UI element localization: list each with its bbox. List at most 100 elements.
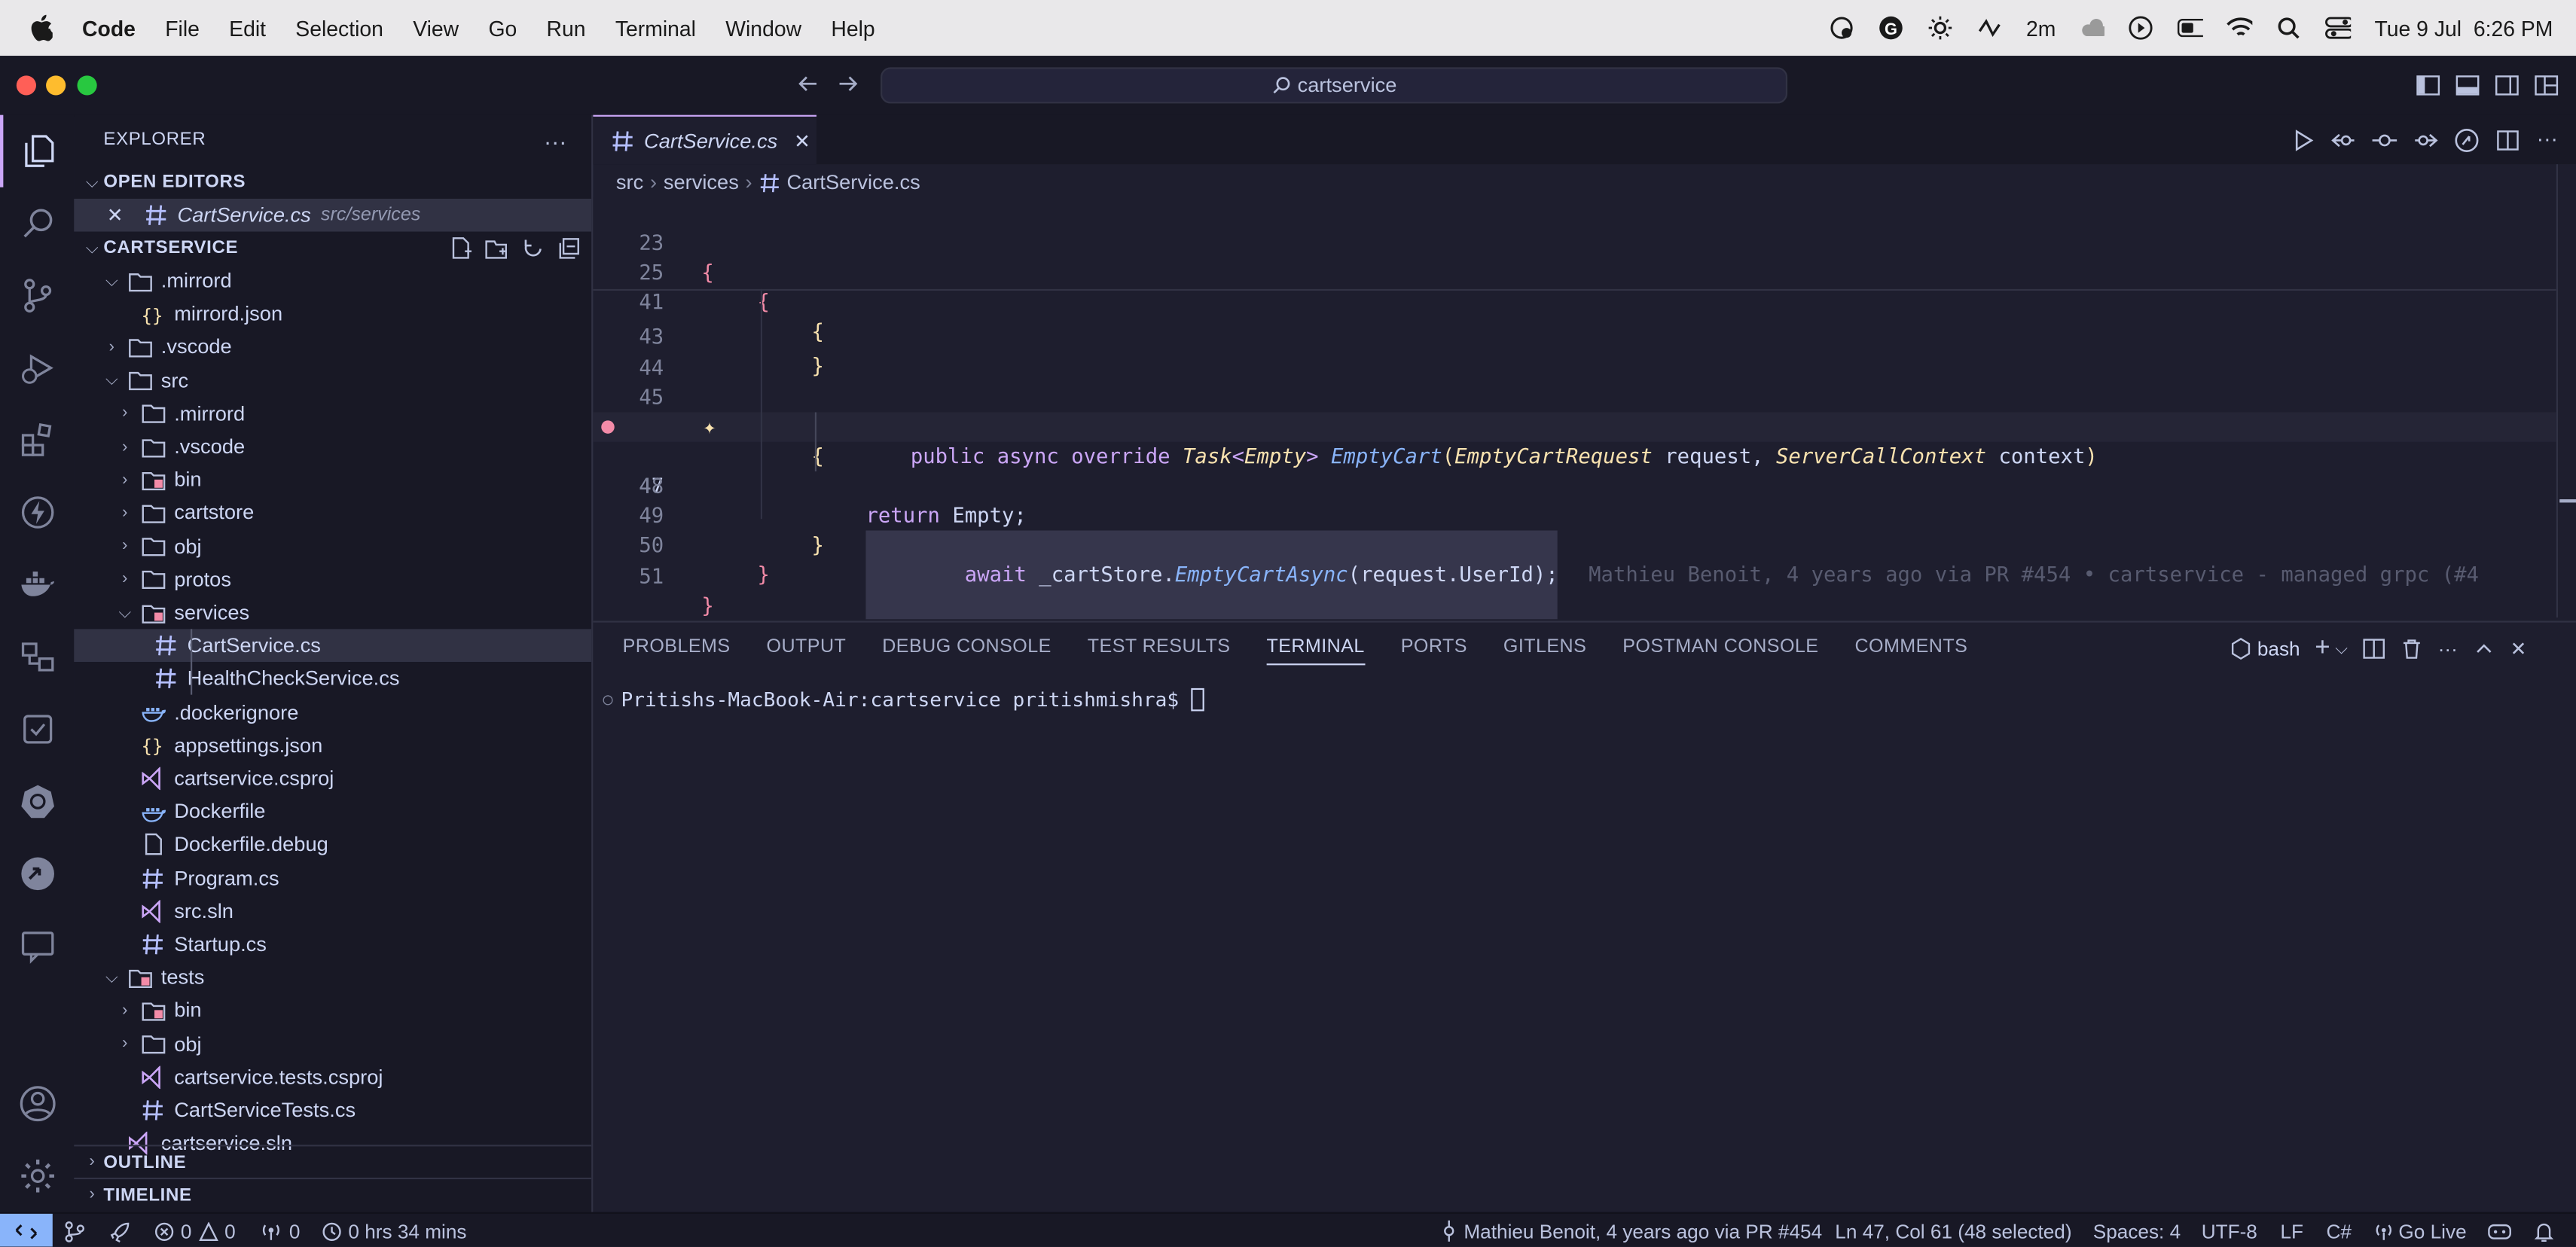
- gitlens-blame-status[interactable]: Mathieu Benoit, 4 years ago via PR #454: [1441, 1214, 1822, 1247]
- cloud-icon[interactable]: [2079, 15, 2105, 41]
- tree-item[interactable]: ⌵ tests: [74, 961, 591, 994]
- tree-item[interactable]: Program.cs: [74, 861, 591, 895]
- terminal-output[interactable]: ○ Pritishs-MacBook-Air:cartservice pritis…: [603, 688, 1204, 712]
- menu-help[interactable]: Help: [831, 16, 874, 41]
- toggle-panel-icon[interactable]: [2455, 72, 2481, 99]
- tab-postman-console[interactable]: POSTMAN CONSOLE: [1622, 637, 1818, 657]
- tab-ports[interactable]: PORTS: [1401, 637, 1467, 657]
- tree-item[interactable]: CartService.cs: [74, 629, 592, 663]
- play-icon[interactable]: [2128, 15, 2154, 41]
- trash-icon[interactable]: [2401, 637, 2424, 660]
- tab-gitlens[interactable]: GITLENS: [1503, 637, 1586, 657]
- eol-status[interactable]: LF: [2280, 1214, 2303, 1247]
- editor-scrollbar[interactable]: [2556, 164, 2576, 618]
- menubar-app-name[interactable]: Code: [82, 16, 136, 41]
- command-center-search[interactable]: cartservice: [881, 67, 1788, 104]
- extensions-icon[interactable]: [0, 404, 74, 477]
- close-window-button[interactable]: [16, 75, 36, 96]
- close-panel-icon[interactable]: ✕: [2510, 637, 2527, 660]
- notifications-bell-icon[interactable]: [2533, 1214, 2554, 1247]
- tree-item[interactable]: › obj: [74, 1027, 591, 1060]
- tab-terminal[interactable]: TERMINAL: [1266, 629, 1365, 666]
- close-icon[interactable]: ✕: [107, 203, 140, 227]
- spotlight-search-icon[interactable]: [2276, 15, 2303, 41]
- lightning-icon[interactable]: [0, 477, 74, 549]
- remote-explorer-icon[interactable]: [0, 620, 74, 693]
- menu-go[interactable]: Go: [488, 16, 517, 41]
- tree-item[interactable]: ⌵ services: [74, 596, 591, 630]
- menu-terminal[interactable]: Terminal: [615, 16, 696, 41]
- tree-item[interactable]: › .vscode: [74, 430, 591, 463]
- close-tab-icon[interactable]: ✕: [794, 129, 810, 152]
- tree-item[interactable]: › .vscode: [74, 331, 591, 364]
- problems-status[interactable]: 0 0: [154, 1214, 236, 1247]
- split-editor-icon[interactable]: [2495, 128, 2520, 153]
- clock-text[interactable]: Tue 9 Jul 6:26 PM: [2375, 16, 2553, 41]
- tree-item[interactable]: ⌵ .mirrord: [74, 264, 591, 297]
- run-debug-icon[interactable]: [0, 332, 74, 404]
- activity-icon[interactable]: [1977, 15, 2004, 41]
- tab-test-results[interactable]: TEST RESULTS: [1088, 637, 1231, 657]
- kubernetes-icon[interactable]: [0, 765, 74, 837]
- language-status[interactable]: C#: [2326, 1214, 2351, 1247]
- search-icon[interactable]: [0, 188, 74, 260]
- tree-item[interactable]: › protos: [74, 563, 591, 596]
- new-file-icon[interactable]: [448, 236, 473, 261]
- docker-icon[interactable]: [0, 548, 74, 620]
- comments-icon[interactable]: [0, 910, 74, 982]
- tree-item[interactable]: {} appsettings.json: [74, 729, 591, 762]
- more-actions-icon[interactable]: ···: [2438, 637, 2458, 660]
- test-explorer-icon[interactable]: [0, 693, 74, 765]
- new-folder-icon[interactable]: [484, 236, 509, 261]
- toggle-secondary-sidebar-icon[interactable]: [2494, 72, 2520, 99]
- tab-output[interactable]: OUTPUT: [767, 637, 847, 657]
- encoding-status[interactable]: UTF-8: [2202, 1214, 2257, 1247]
- code-editor[interactable]: 23 { 25 { 41 { 43 } 44 45 public async o…: [593, 197, 2556, 620]
- toggle-primary-sidebar-icon[interactable]: [2415, 72, 2441, 99]
- terminal-shell-name[interactable]: bash: [2257, 637, 2300, 660]
- tree-item[interactable]: › cartstore: [74, 497, 591, 530]
- tree-item[interactable]: cartservice.csproj: [74, 762, 591, 795]
- tree-item[interactable]: Dockerfile: [74, 795, 591, 828]
- apple-icon[interactable]: [29, 14, 53, 41]
- breadcrumb-src[interactable]: src: [616, 171, 643, 194]
- menu-view[interactable]: View: [413, 16, 459, 41]
- control-center-icon[interactable]: [2325, 15, 2352, 41]
- inline-blame-annotation[interactable]: Mathieu Benoit, 4 years ago via PR #454 …: [1589, 560, 2479, 590]
- more-actions-icon[interactable]: ···: [2537, 128, 2558, 153]
- tab-problems[interactable]: PROBLEMS: [623, 637, 731, 657]
- tree-item[interactable]: ⌵ src: [74, 364, 591, 397]
- git-branch-icon[interactable]: [64, 1214, 85, 1247]
- sparkle-icon[interactable]: ✦: [704, 414, 716, 444]
- menu-selection[interactable]: Selection: [295, 16, 383, 41]
- copilot-icon[interactable]: [2487, 1214, 2512, 1247]
- run-icon[interactable]: [2290, 128, 2315, 153]
- grammarly-icon[interactable]: G: [1879, 15, 1905, 41]
- customize-layout-icon[interactable]: [2533, 72, 2559, 99]
- breadcrumb-file[interactable]: CartService.cs: [786, 171, 920, 194]
- timer-text[interactable]: 2m: [2026, 16, 2056, 41]
- source-control-icon[interactable]: [0, 260, 74, 332]
- brightness-icon[interactable]: [1927, 15, 1954, 41]
- tree-item[interactable]: .dockerignore: [74, 696, 591, 729]
- tree-item[interactable]: › bin: [74, 994, 591, 1027]
- tab-comments[interactable]: COMMENTS: [1854, 637, 1967, 657]
- battery-icon[interactable]: [2178, 15, 2204, 41]
- open-changes-icon[interactable]: [2331, 128, 2356, 153]
- account-icon[interactable]: [0, 1068, 74, 1140]
- indentation-status[interactable]: Spaces: 4: [2093, 1214, 2181, 1247]
- remote-indicator-icon[interactable]: [0, 1213, 53, 1247]
- settings-gear-icon[interactable]: [0, 1140, 74, 1212]
- menu-window[interactable]: Window: [725, 16, 801, 41]
- go-live-button[interactable]: Go Live: [2374, 1214, 2467, 1247]
- forward-arrow-icon[interactable]: [835, 71, 861, 97]
- breadcrumb-services[interactable]: services: [664, 171, 739, 194]
- menu-run[interactable]: Run: [547, 16, 586, 41]
- refresh-icon[interactable]: [520, 236, 545, 261]
- wifi-icon[interactable]: [2227, 15, 2254, 41]
- tree-item[interactable]: {} mirrord.json: [74, 297, 591, 331]
- tree-item[interactable]: HealthCheckService.cs: [74, 663, 591, 696]
- gitlens-inspect-icon[interactable]: [2455, 128, 2480, 153]
- time-tracker-status[interactable]: 0 hrs 34 mins: [322, 1214, 467, 1247]
- tree-item[interactable]: Dockerfile.debug: [74, 828, 591, 861]
